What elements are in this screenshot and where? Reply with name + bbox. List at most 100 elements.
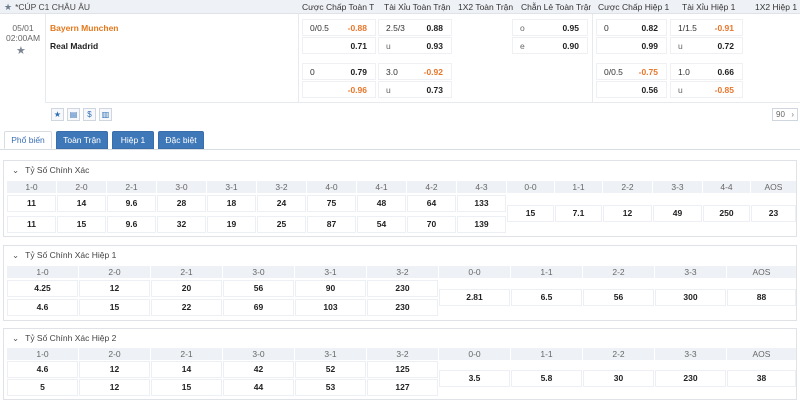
score-odds[interactable]: 2.81 bbox=[439, 289, 510, 306]
score-odds[interactable]: 25 bbox=[257, 216, 306, 233]
score-odds[interactable]: 28 bbox=[157, 195, 206, 212]
star-icon[interactable]: ★ bbox=[4, 2, 12, 12]
odds-cell[interactable]: 0.56 bbox=[596, 81, 667, 98]
score-odds[interactable]: 64 bbox=[407, 195, 456, 212]
score-odds[interactable]: 53 bbox=[295, 379, 366, 396]
score-odds[interactable]: 133 bbox=[457, 195, 506, 212]
chevron-down-icon: ⌄ bbox=[12, 333, 20, 343]
away-team[interactable]: Real Madrid bbox=[50, 41, 98, 51]
score-odds[interactable]: 230 bbox=[655, 370, 726, 387]
score-odds[interactable]: 42 bbox=[223, 361, 294, 378]
score-odds[interactable]: 4.6 bbox=[7, 361, 78, 378]
odds-cell[interactable]: 0.99 bbox=[596, 37, 667, 54]
score-odds[interactable]: 3.5 bbox=[439, 370, 510, 387]
score-odds[interactable]: 90 bbox=[295, 280, 366, 297]
odds-cell[interactable]: 0/0.5 -0.75 bbox=[596, 63, 667, 80]
score-odds[interactable]: 6.5 bbox=[511, 289, 582, 306]
score-odds[interactable]: 5.8 bbox=[511, 370, 582, 387]
odds-cell[interactable]: 3.0 -0.92 bbox=[378, 63, 452, 80]
dollar-icon[interactable]: $ bbox=[83, 108, 96, 121]
more-bets-count[interactable]: 90 › bbox=[772, 108, 798, 121]
score-odds[interactable]: 88 bbox=[727, 289, 796, 306]
score-odds[interactable]: 18 bbox=[207, 195, 256, 212]
score-odds[interactable]: 24 bbox=[257, 195, 306, 212]
odds-cell[interactable]: u 0.73 bbox=[378, 81, 452, 98]
score-odds[interactable]: 127 bbox=[367, 379, 438, 396]
score-odds[interactable]: 230 bbox=[367, 280, 438, 297]
section-header[interactable]: ⌄ Tỷ Số Chính Xác bbox=[12, 165, 89, 176]
odds-cell[interactable]: 0/0.5 -0.88 bbox=[302, 19, 376, 36]
star-icon[interactable]: ★ bbox=[51, 108, 64, 121]
odds-cell[interactable]: 1.0 0.66 bbox=[670, 63, 743, 80]
odds-cell[interactable]: u 0.93 bbox=[378, 37, 452, 54]
score-header: 0-0 bbox=[507, 181, 554, 193]
favorite-star-icon[interactable]: ★ bbox=[16, 44, 26, 57]
score-odds[interactable]: 15 bbox=[507, 205, 554, 222]
tab-first-half[interactable]: Hiệp 1 bbox=[112, 131, 154, 149]
odds-cell[interactable]: u -0.85 bbox=[670, 81, 743, 98]
score-odds[interactable]: 30 bbox=[583, 370, 654, 387]
score-odds[interactable]: 4.25 bbox=[7, 280, 78, 297]
score-odds[interactable]: 250 bbox=[703, 205, 750, 222]
home-team[interactable]: Bayern Munchen bbox=[50, 23, 119, 33]
score-header: 1-0 bbox=[7, 266, 78, 278]
score-odds[interactable]: 12 bbox=[603, 205, 652, 222]
score-odds[interactable]: 87 bbox=[307, 216, 356, 233]
odds-cell[interactable]: 2.5/3 0.88 bbox=[378, 19, 452, 36]
score-odds[interactable]: 56 bbox=[223, 280, 294, 297]
score-odds[interactable]: 9.6 bbox=[107, 195, 156, 212]
score-odds[interactable]: 300 bbox=[655, 289, 726, 306]
score-header: AOS bbox=[727, 266, 796, 278]
odds-cell[interactable]: u 0.72 bbox=[670, 37, 743, 54]
score-odds[interactable]: 22 bbox=[151, 299, 222, 316]
score-odds[interactable]: 15 bbox=[57, 216, 106, 233]
score-odds[interactable]: 69 bbox=[223, 299, 294, 316]
score-odds[interactable]: 12 bbox=[79, 361, 150, 378]
odds-cell[interactable]: 0 0.79 bbox=[302, 63, 376, 80]
score-odds[interactable]: 230 bbox=[367, 299, 438, 316]
odds-cell[interactable]: 0 0.82 bbox=[596, 19, 667, 36]
odds-cell[interactable]: 1/1.5 -0.91 bbox=[670, 19, 743, 36]
score-odds[interactable]: 52 bbox=[295, 361, 366, 378]
score-odds[interactable]: 125 bbox=[367, 361, 438, 378]
score-odds[interactable]: 15 bbox=[151, 379, 222, 396]
section-header[interactable]: ⌄ Tỷ Số Chính Xác Hiệp 1 bbox=[12, 250, 116, 261]
tab-full-match[interactable]: Toàn Trận bbox=[56, 131, 108, 149]
score-odds[interactable]: 56 bbox=[583, 289, 654, 306]
odds-cell[interactable]: -0.96 bbox=[302, 81, 376, 98]
tab-popular[interactable]: Phổ biến bbox=[4, 131, 52, 149]
score-odds[interactable]: 12 bbox=[79, 379, 150, 396]
chevron-right-icon: › bbox=[791, 110, 794, 119]
stats-icon[interactable]: ▥ bbox=[99, 108, 112, 121]
score-odds[interactable]: 14 bbox=[151, 361, 222, 378]
section-header[interactable]: ⌄ Tỷ Số Chính Xác Hiệp 2 bbox=[12, 333, 116, 344]
score-odds[interactable]: 23 bbox=[751, 205, 796, 222]
score-odds[interactable]: 5 bbox=[7, 379, 78, 396]
odds-cell[interactable]: 0.71 bbox=[302, 37, 376, 54]
score-odds[interactable]: 19 bbox=[207, 216, 256, 233]
score-odds[interactable]: 9.6 bbox=[107, 216, 156, 233]
score-odds[interactable]: 75 bbox=[307, 195, 356, 212]
score-odds[interactable]: 11 bbox=[7, 216, 56, 233]
score-odds[interactable]: 54 bbox=[357, 216, 406, 233]
tab-special[interactable]: Đặc biệt bbox=[158, 131, 204, 149]
score-odds[interactable]: 20 bbox=[151, 280, 222, 297]
score-odds[interactable]: 11 bbox=[7, 195, 56, 212]
league-title[interactable]: ★ *CÚP C1 CHÂU ÂU bbox=[4, 2, 90, 13]
score-odds[interactable]: 139 bbox=[457, 216, 506, 233]
score-odds[interactable]: 15 bbox=[79, 299, 150, 316]
score-odds[interactable]: 103 bbox=[295, 299, 366, 316]
odds-cell[interactable]: o 0.95 bbox=[512, 19, 588, 36]
score-odds[interactable]: 12 bbox=[79, 280, 150, 297]
score-odds[interactable]: 70 bbox=[407, 216, 456, 233]
score-odds[interactable]: 48 bbox=[357, 195, 406, 212]
odds-cell[interactable]: e 0.90 bbox=[512, 37, 588, 54]
score-odds[interactable]: 32 bbox=[157, 216, 206, 233]
score-odds[interactable]: 38 bbox=[727, 370, 796, 387]
score-odds[interactable]: 49 bbox=[653, 205, 702, 222]
score-odds[interactable]: 14 bbox=[57, 195, 106, 212]
score-odds[interactable]: 4.6 bbox=[7, 299, 78, 316]
document-icon[interactable]: ▤ bbox=[67, 108, 80, 121]
score-odds[interactable]: 44 bbox=[223, 379, 294, 396]
score-odds[interactable]: 7.1 bbox=[555, 205, 602, 222]
